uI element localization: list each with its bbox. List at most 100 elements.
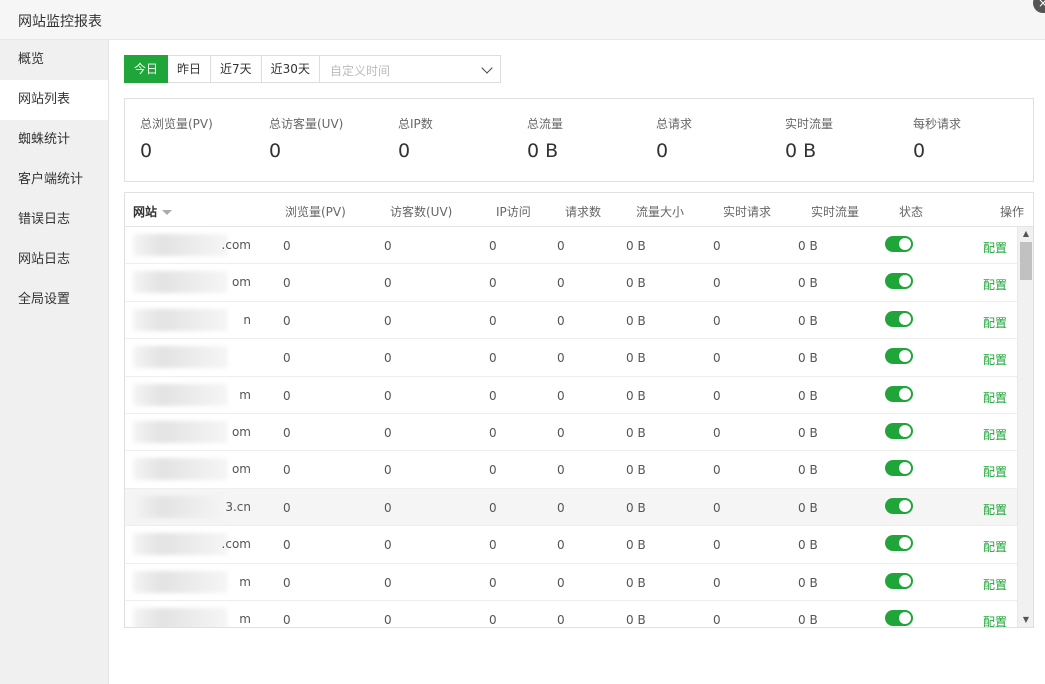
configure-link[interactable]: 配置 xyxy=(983,501,1007,518)
scroll-down-icon[interactable]: ▼ xyxy=(1018,613,1033,627)
toggle-knob xyxy=(899,312,911,325)
header-rt-requests: 实时请求 xyxy=(723,205,772,219)
header-site[interactable]: 网站 xyxy=(133,203,173,220)
stat-value: 0 xyxy=(913,140,926,162)
cell-uv: 0 xyxy=(384,538,392,553)
status-toggle[interactable] xyxy=(885,422,913,439)
sidebar-item-client-stats[interactable]: 客户端统计 xyxy=(0,160,108,200)
status-toggle[interactable] xyxy=(885,535,913,552)
cell-ip: 0 xyxy=(489,463,497,478)
header-status: 状态 xyxy=(899,205,924,219)
cell-traffic: 0 B xyxy=(626,538,646,553)
configure-link[interactable]: 配置 xyxy=(983,351,1007,368)
date-today-button[interactable]: 今日 xyxy=(124,55,169,83)
configure-link[interactable]: 配置 xyxy=(983,463,1007,480)
table-row[interactable]: n 0 0 0 0 0 B 0 0 B 配置 xyxy=(125,302,1017,340)
cell-rt-traffic: 0 B xyxy=(798,425,818,440)
cell-rt-req: 0 xyxy=(713,313,721,328)
scroll-up-icon[interactable]: ▲ xyxy=(1018,227,1033,241)
custom-date-select[interactable]: 自定义时间 xyxy=(319,55,501,83)
site-name[interactable]: om xyxy=(125,425,251,439)
configure-link[interactable]: 配置 xyxy=(983,576,1007,593)
site-name[interactable]: .com xyxy=(125,238,251,252)
cell-pv: 0 xyxy=(283,425,291,440)
cell-rt-req: 0 xyxy=(713,351,721,366)
table-scrollbar[interactable]: ▲ ▼ xyxy=(1017,227,1033,627)
cell-uv: 0 xyxy=(384,313,392,328)
stat-label: 总请求 xyxy=(656,117,693,131)
configure-link[interactable]: 配置 xyxy=(983,538,1007,555)
status-toggle[interactable] xyxy=(885,273,913,290)
date-yesterday-button[interactable]: 昨日 xyxy=(168,55,212,83)
sidebar-item-site-log[interactable]: 网站日志 xyxy=(0,240,108,280)
table-row[interactable]: om 0 0 0 0 0 B 0 0 B 配置 xyxy=(125,264,1017,302)
date-filter: 今日 昨日 近7天 近30天 自定义时间 xyxy=(124,55,501,83)
configure-link[interactable]: 配置 xyxy=(983,239,1007,256)
table-row[interactable]: om 0 0 0 0 0 B 0 0 B 配置 xyxy=(125,414,1017,452)
site-name[interactable]: om xyxy=(125,462,251,476)
stat-value: 0 xyxy=(140,140,153,162)
site-name[interactable]: 3.cn xyxy=(125,500,251,514)
date-30days-button[interactable]: 近30天 xyxy=(261,55,320,83)
status-toggle[interactable] xyxy=(885,236,913,252)
sidebar-item-error-log[interactable]: 错误日志 xyxy=(0,200,108,240)
status-toggle[interactable] xyxy=(885,460,913,477)
table-row[interactable]: .com 0 0 0 0 0 B 0 0 B 配置 xyxy=(125,227,1017,265)
status-toggle[interactable] xyxy=(885,572,913,589)
cell-rt-traffic: 0 B xyxy=(798,388,818,403)
header-rt-traffic: 实时流量 xyxy=(811,205,860,219)
cell-rt-traffic: 0 B xyxy=(798,239,818,253)
configure-link[interactable]: 配置 xyxy=(983,426,1007,443)
cell-rt-req: 0 xyxy=(713,538,721,553)
site-name[interactable]: m xyxy=(125,388,251,402)
table-row[interactable]: 3.cn 0 0 0 0 0 B 0 0 B 配置 xyxy=(125,488,1017,527)
window-title: 网站监控报表 xyxy=(18,14,102,30)
cell-uv: 0 xyxy=(384,463,392,478)
table-row[interactable]: .com 0 0 0 0 0 B 0 0 B 配置 xyxy=(125,526,1017,564)
site-name[interactable]: m xyxy=(125,575,251,589)
cell-rt-req: 0 xyxy=(713,612,721,627)
configure-link[interactable]: 配置 xyxy=(983,389,1007,406)
toggle-knob xyxy=(899,387,911,400)
date-7days-button[interactable]: 近7天 xyxy=(211,55,262,83)
sidebar-item-global-settings[interactable]: 全局设置 xyxy=(0,280,108,320)
status-toggle[interactable] xyxy=(885,348,913,365)
stat-uv: 总访客量(UV) 0 xyxy=(269,115,343,162)
table-row[interactable]: m 0 0 0 0 0 B 0 0 B 配置 xyxy=(125,564,1017,601)
sidebar-item-overview[interactable]: 概览 xyxy=(0,40,108,80)
table-row[interactable]: 0 0 0 0 0 B 0 0 B 配置 xyxy=(125,339,1017,377)
cell-traffic: 0 B xyxy=(626,612,646,627)
cell-rt-traffic: 0 B xyxy=(798,538,818,553)
table-row[interactable]: m 0 0 0 0 0 B 0 0 B 配置 xyxy=(125,601,1017,627)
cell-req: 0 xyxy=(557,425,565,440)
site-name[interactable]: m xyxy=(125,612,251,626)
table-row[interactable]: m 0 0 0 0 0 B 0 0 B 配置 xyxy=(125,377,1017,414)
window-titlebar: 网站监控报表 × xyxy=(0,0,1045,40)
configure-link[interactable]: 配置 xyxy=(983,276,1007,293)
sidebar-item-spider-stats[interactable]: 蜘蛛统计 xyxy=(0,120,108,160)
site-name[interactable]: om xyxy=(125,275,251,289)
status-toggle[interactable] xyxy=(885,497,913,514)
cell-uv: 0 xyxy=(384,276,392,291)
toggle-knob xyxy=(899,611,911,624)
status-toggle[interactable] xyxy=(885,310,913,327)
cell-ip: 0 xyxy=(489,500,497,515)
status-toggle[interactable] xyxy=(885,609,913,626)
site-name[interactable]: n xyxy=(125,313,251,327)
cell-req: 0 xyxy=(557,239,565,253)
status-toggle[interactable] xyxy=(885,385,913,402)
table-row[interactable]: om 0 0 0 0 0 B 0 0 B 配置 xyxy=(125,451,1017,489)
cell-rt-traffic: 0 B xyxy=(798,313,818,328)
cell-rt-req: 0 xyxy=(713,388,721,403)
configure-link[interactable]: 配置 xyxy=(983,613,1007,627)
cell-ip: 0 xyxy=(489,313,497,328)
cell-pv: 0 xyxy=(283,538,291,553)
close-icon[interactable]: × xyxy=(1033,0,1045,13)
site-name[interactable]: .com xyxy=(125,537,251,551)
cell-pv: 0 xyxy=(283,612,291,627)
toggle-knob xyxy=(899,537,911,550)
configure-link[interactable]: 配置 xyxy=(983,314,1007,331)
scroll-thumb[interactable] xyxy=(1020,242,1032,280)
sidebar-item-site-list[interactable]: 网站列表 xyxy=(0,80,108,120)
cell-ip: 0 xyxy=(489,388,497,403)
